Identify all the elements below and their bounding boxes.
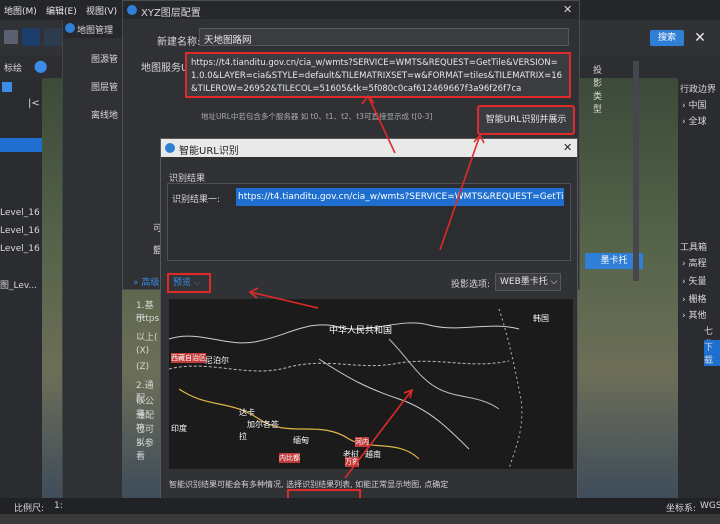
annotation-arrows xyxy=(248,94,485,479)
status-bar: 比例尺: 1: 坐标系: WGS xyxy=(0,498,720,514)
scale-label: 比例尺: xyxy=(14,504,45,514)
scale-value: 1: xyxy=(54,501,63,511)
coord-label: 坐标系: xyxy=(666,504,697,514)
coord-value: WGS xyxy=(700,501,720,511)
os-taskbar xyxy=(0,514,720,524)
